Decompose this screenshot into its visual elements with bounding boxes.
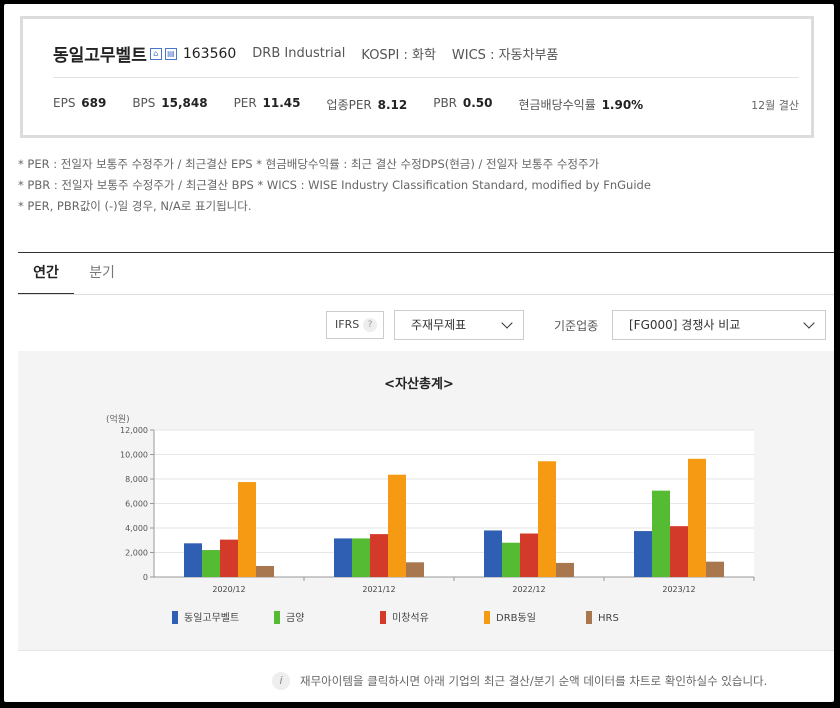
info-text: 재무아이템을 클릭하시면 아래 기업의 최근 결산/분기 순액 데이터를 차트로… [300,674,768,688]
bar [220,539,238,577]
bar [634,531,652,577]
x-tick-label: 2023/12 [662,585,695,594]
bar [256,565,274,577]
legend-swatch [586,611,592,624]
x-tick-label: 2020/12 [212,585,245,594]
bar [388,474,406,577]
legend-swatch [172,611,178,624]
y-tick-label: 6,000 [125,500,148,509]
x-tick-label: 2021/12 [362,585,395,594]
y-tick-label: 8,000 [125,475,148,484]
bar [238,482,256,577]
footer-divider [18,650,834,651]
bar [202,550,220,577]
bar [502,542,520,577]
y-tick-label: 10,000 [120,451,148,460]
info-icon: i [272,672,290,690]
y-tick-label: 0 [143,573,148,582]
legend-label: DRB동일 [496,612,536,624]
x-tick-label: 2022/12 [512,585,545,594]
bar [484,530,502,577]
legend-swatch [380,611,386,624]
bar [670,526,688,577]
bar [706,561,724,577]
legend-label: HRS [598,613,619,624]
legend-label: 미창석유 [392,612,429,624]
bar [184,543,202,577]
y-tick-label: 4,000 [125,524,148,533]
bar [688,458,706,577]
info-message: i 재무아이템을 클릭하시면 아래 기업의 최근 결산/분기 순액 데이터를 차… [272,672,767,690]
y-unit-label: (억원) [106,413,130,425]
bar [352,538,370,577]
legend-label: 동일고무벨트 [184,612,239,624]
page: 동일고무벨트 ⌂ ▤ 163560 DRB Industrial KOSPI :… [4,4,834,702]
legend-label: 금양 [286,612,304,624]
bar [406,562,424,577]
y-tick-label: 2,000 [125,549,148,558]
bar [334,538,352,577]
bar [556,562,574,577]
legend-swatch [274,611,280,624]
bar [520,533,538,577]
asset-total-chart: 0 2,000 4,000 6,000 8,000 10,000 12,000(억원) 202… [106,413,755,624]
bar [370,534,388,577]
legend-swatch [484,611,490,624]
bar [652,490,670,577]
bar [538,461,556,577]
y-tick-label: 12,000 [120,426,148,435]
